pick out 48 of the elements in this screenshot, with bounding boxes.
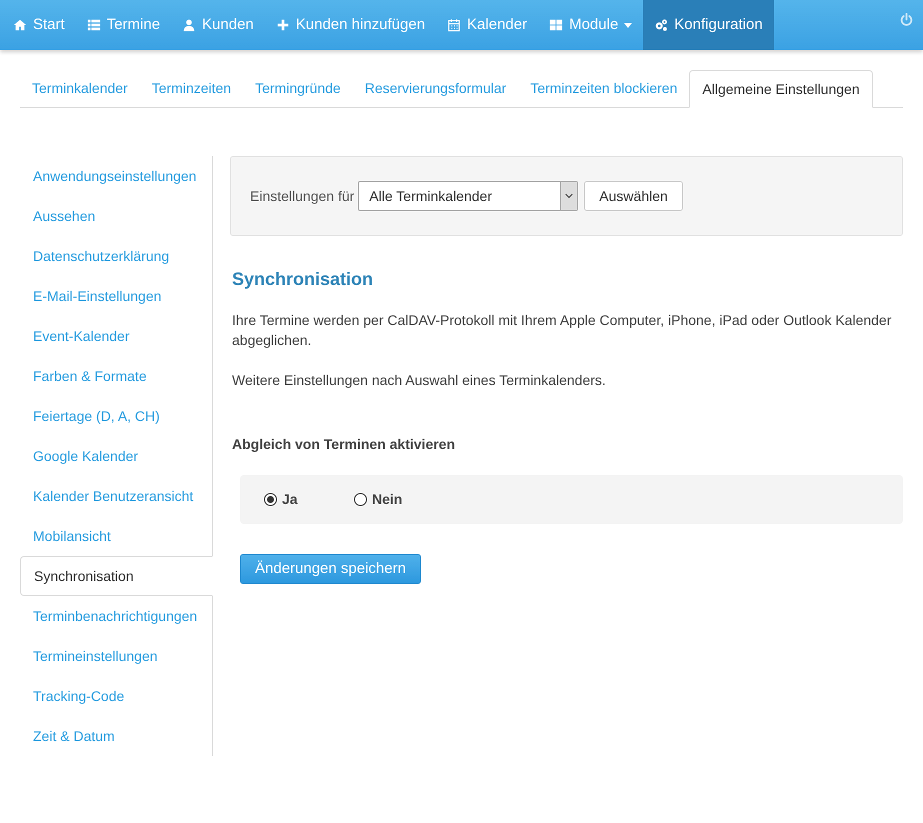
tab[interactable]: Terminzeiten blockieren <box>518 70 690 107</box>
sidebar-item[interactable]: Tracking-Code <box>20 676 212 716</box>
user-icon <box>182 18 196 32</box>
sidebar-item[interactable]: Termineinstellungen <box>20 636 212 676</box>
tab[interactable]: Reservierungsformular <box>352 70 518 107</box>
tab[interactable]: Terminzeiten <box>140 70 244 107</box>
sidebar-item[interactable]: Farben & Formate <box>20 356 212 396</box>
sidebar-item[interactable]: Kalender Benutzeransicht <box>20 476 212 516</box>
radio-label: Ja <box>282 490 298 509</box>
nav-item[interactable]: Start <box>2 0 76 50</box>
radio-label: Nein <box>372 490 402 509</box>
sidebar-item[interactable]: Synchronisation <box>20 556 213 596</box>
sidebar-item[interactable]: Datenschutzerklärung <box>20 236 212 276</box>
section-title: Synchronisation <box>232 268 374 291</box>
sidebar-item[interactable]: Aussehen <box>20 196 212 236</box>
gears-icon <box>654 18 668 32</box>
sync-label: Abgleich von Terminen aktivieren <box>232 435 456 454</box>
tab[interactable]: Termingründe <box>243 70 353 107</box>
sidebar-item[interactable]: Zeit & Datum <box>20 716 212 756</box>
sidebar-item[interactable]: Terminbenachrichtigungen <box>20 596 212 636</box>
nav-item[interactable]: Termine <box>76 0 172 50</box>
calendar-icon <box>447 18 462 32</box>
nav-item[interactable]: Module <box>538 0 644 50</box>
grid-icon <box>549 18 564 32</box>
nav-item[interactable]: Kunden hinzufügen <box>264 0 436 50</box>
plus-icon <box>276 18 290 32</box>
sidebar-item[interactable]: Google Kalender <box>20 436 212 476</box>
sidebar-item[interactable]: Event-Kalender <box>20 316 212 356</box>
nav-item[interactable]: Kunden <box>171 0 265 50</box>
description-text: Ihre Termine werden per CalDAV-Protokoll mit Ihrem Apple Computer, iPhone, iPad oder Outlook Kalender abgeglichen. <box>232 311 892 350</box>
sidebar-item[interactable]: Feiertage (D, A, CH) <box>20 396 212 436</box>
filter-label: Einstellungen für <box>250 186 354 206</box>
radio-button[interactable] <box>354 493 367 506</box>
chevron-down-icon <box>560 182 578 210</box>
save-button[interactable]: Änderungen speichern <box>240 554 421 584</box>
sidebar-item[interactable]: Mobilansicht <box>20 516 212 556</box>
sidebar-item[interactable]: E-Mail-Einstellungen <box>20 276 212 316</box>
nav-item[interactable]: Konfiguration <box>643 0 774 50</box>
description-text: Weitere Einstellungen nach Auswahl eines Terminkalenders. <box>232 371 607 390</box>
radio-button[interactable] <box>264 493 277 506</box>
tab[interactable]: Terminkalender <box>20 70 140 107</box>
nav-item[interactable]: Kalender <box>436 0 538 50</box>
calendar-select[interactable]: Alle Terminkalender <box>358 181 578 211</box>
list-icon <box>86 18 101 32</box>
sidebar-item[interactable]: Anwendungseinstellungen <box>20 156 212 196</box>
select-button[interactable]: Auswählen <box>584 181 683 211</box>
tab[interactable]: Allgemeine Einstellungen <box>689 70 873 108</box>
home-icon <box>13 18 27 32</box>
